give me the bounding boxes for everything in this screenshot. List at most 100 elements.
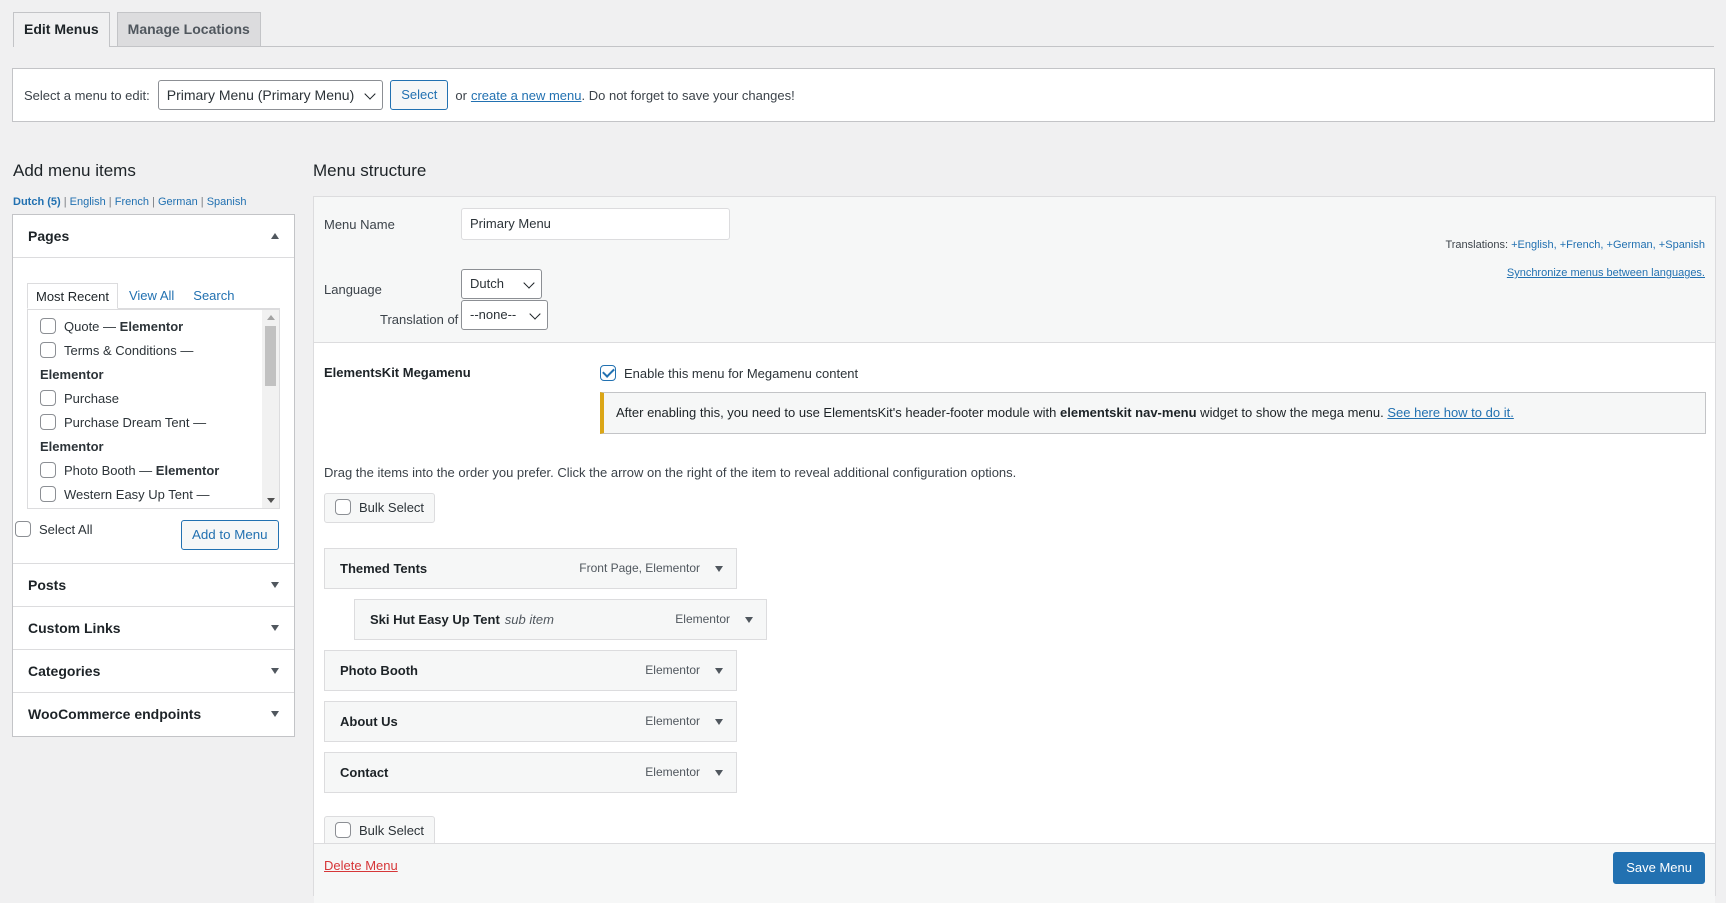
translation-of-value: --none-- [470,307,517,322]
tab-manage-locations[interactable]: Manage Locations [116,12,261,46]
caret-up-icon [271,233,279,239]
tab-edit-menus[interactable]: Edit Menus [13,12,110,47]
page-checkbox[interactable] [40,390,56,406]
megamenu-enable-checkbox[interactable] [600,365,616,381]
add-translation-german[interactable]: +German, [1607,239,1656,251]
see-how-link[interactable]: See here how to do it. [1387,405,1513,420]
caret-down-icon [271,582,279,588]
select-all-checkbox[interactable] [15,521,31,537]
list-item[interactable]: Terms & Conditions — Elementor [40,339,256,387]
menu-footer: Delete Menu Save Menu [314,843,1715,903]
pages-panel-title: Pages [28,228,70,244]
add-menu-items-title: Add menu items [13,161,136,180]
caret-down-icon [271,625,279,631]
menu-structure-title: Menu structure [313,161,427,180]
menu-item-type: Elementor [645,765,700,779]
add-translation-french[interactable]: +French, [1560,239,1604,251]
caret-down-icon[interactable] [715,719,723,725]
bulk-select-checkbox[interactable] [335,499,351,515]
page-checkbox[interactable] [40,342,56,358]
menu-select-value: Primary Menu (Primary Menu) [166,87,355,103]
menu-item-contact[interactable]: Contact Elementor [324,752,737,793]
translation-spanish-label: Spanish [1665,239,1705,251]
menu-item-type: Front Page, Elementor [579,561,700,575]
scroll-up-arrow-icon[interactable] [267,315,275,320]
caret-down-icon[interactable] [745,617,753,623]
tab-search[interactable]: Search [185,283,242,309]
bulk-select-checkbox[interactable] [335,822,351,838]
caret-down-icon [271,711,279,717]
list-item[interactable]: Photo Booth — Elementor [40,459,256,483]
categories-panel-title: Categories [28,663,101,679]
delete-menu-link[interactable]: Delete Menu [324,858,398,873]
list-item[interactable]: Quote — Elementor [40,315,256,339]
caret-down-icon [271,668,279,674]
translations-label: Translations: [1445,239,1508,251]
custom-links-panel-header[interactable]: Custom Links [13,607,294,650]
list-item[interactable]: Purchase Dream Tent — Elementor [40,411,256,459]
page-checkbox[interactable] [40,486,56,502]
lang-link-german[interactable]: German [158,196,198,208]
select-all-control[interactable]: Select All [15,521,92,537]
menu-name-label: Menu Name [324,217,395,232]
posts-panel-title: Posts [28,577,67,593]
language-select[interactable]: Dutch [461,269,542,299]
menu-item-photo-booth[interactable]: Photo Booth Elementor [324,650,737,691]
caret-down-icon[interactable] [715,770,723,776]
tab-most-recent[interactable]: Most Recent [27,283,118,309]
pages-panel-header[interactable]: Pages [13,215,294,258]
list-scrollbar[interactable] [262,310,279,508]
page-checklist[interactable]: Quote — Elementor Terms & Conditions — E… [27,309,280,509]
add-to-menu-button[interactable]: Add to Menu [181,520,279,550]
notice-bold-text: elementskit nav-menu [1060,405,1197,420]
add-translation-spanish[interactable]: +Spanish [1659,239,1705,251]
save-menu-button[interactable]: Save Menu [1613,852,1705,884]
menu-item-about-us[interactable]: About Us Elementor [324,701,737,742]
bulk-select-bottom[interactable]: Bulk Select [324,816,436,846]
menu-item-ski-hut-easy-up-tent[interactable]: Ski Hut Easy Up Tent sub item Elementor [354,599,767,640]
categories-panel-header[interactable]: Categories [13,650,294,693]
page-checkbox[interactable] [40,414,56,430]
list-item[interactable]: Purchase [40,387,256,411]
menu-item-themed-tents[interactable]: Themed Tents Front Page, Elementor [324,548,737,589]
bulk-select-label: Bulk Select [359,500,425,515]
synchronize-menus-link[interactable]: Synchronize menus between languages. [1507,267,1705,279]
chevron-down-icon [529,308,541,320]
tabs-divider [13,46,1714,47]
menu-item-title: Contact [340,765,389,780]
menu-select-dropdown[interactable]: Primary Menu (Primary Menu) [157,80,384,110]
tab-view-all[interactable]: View All [121,283,182,309]
translation-english-label: English, [1517,239,1557,251]
lang-link-dutch[interactable]: Dutch (5) [13,196,61,208]
lang-link-spanish[interactable]: Spanish [207,196,247,208]
scroll-down-arrow-icon[interactable] [267,498,275,503]
bulk-select-top[interactable]: Bulk Select [324,493,436,523]
chevron-down-icon [523,277,535,289]
caret-down-icon[interactable] [715,566,723,572]
language-select-value: Dutch [470,276,504,291]
caret-down-icon[interactable] [715,668,723,674]
menu-name-input[interactable]: Primary Menu [461,208,730,240]
select-button[interactable]: Select [390,80,449,110]
page-checkbox[interactable] [40,318,56,334]
menu-item-sub-label: sub item [504,612,554,627]
add-translation-english[interactable]: +English, [1511,239,1557,251]
bulk-select-label: Bulk Select [359,823,425,838]
scroll-thumb[interactable] [265,326,276,386]
notice-text: After enabling this, you need to use Ele… [616,405,1061,420]
megamenu-enable-control[interactable]: Enable this menu for Megamenu content [600,365,858,381]
translations-row: Translations: +English, +French, +German… [1445,239,1705,251]
posts-panel-header[interactable]: Posts [13,564,294,607]
page-suffix: Elementor [119,319,184,334]
page-checkbox[interactable] [40,462,56,478]
lang-link-french[interactable]: French [115,196,149,208]
menu-item-title: Photo Booth [340,663,418,678]
create-new-menu-link[interactable]: create a new menu [471,88,582,103]
menu-item-type: Elementor [675,612,730,626]
lang-link-english[interactable]: English [70,196,106,208]
list-item[interactable]: Western Easy Up Tent — [40,483,256,507]
page-title: Purchase Dream Tent — [64,415,207,430]
translation-of-select[interactable]: --none-- [461,300,548,330]
or-text: or [455,87,467,103]
woocommerce-endpoints-panel-header[interactable]: WooCommerce endpoints [13,693,294,736]
